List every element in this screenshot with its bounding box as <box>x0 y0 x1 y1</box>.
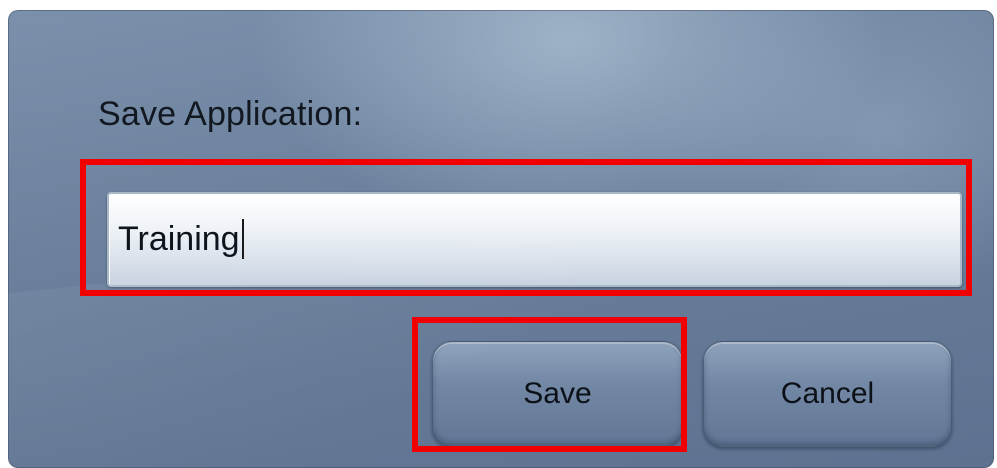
save-application-dialog: Save Application: Training Save Cancel <box>8 10 994 468</box>
dialog-title: Save Application: <box>98 95 363 133</box>
save-button[interactable]: Save <box>432 341 683 447</box>
text-caret <box>241 219 244 260</box>
application-name-input[interactable]: Training <box>107 192 962 287</box>
cancel-button[interactable]: Cancel <box>703 341 952 447</box>
application-name-value: Training <box>118 220 240 258</box>
